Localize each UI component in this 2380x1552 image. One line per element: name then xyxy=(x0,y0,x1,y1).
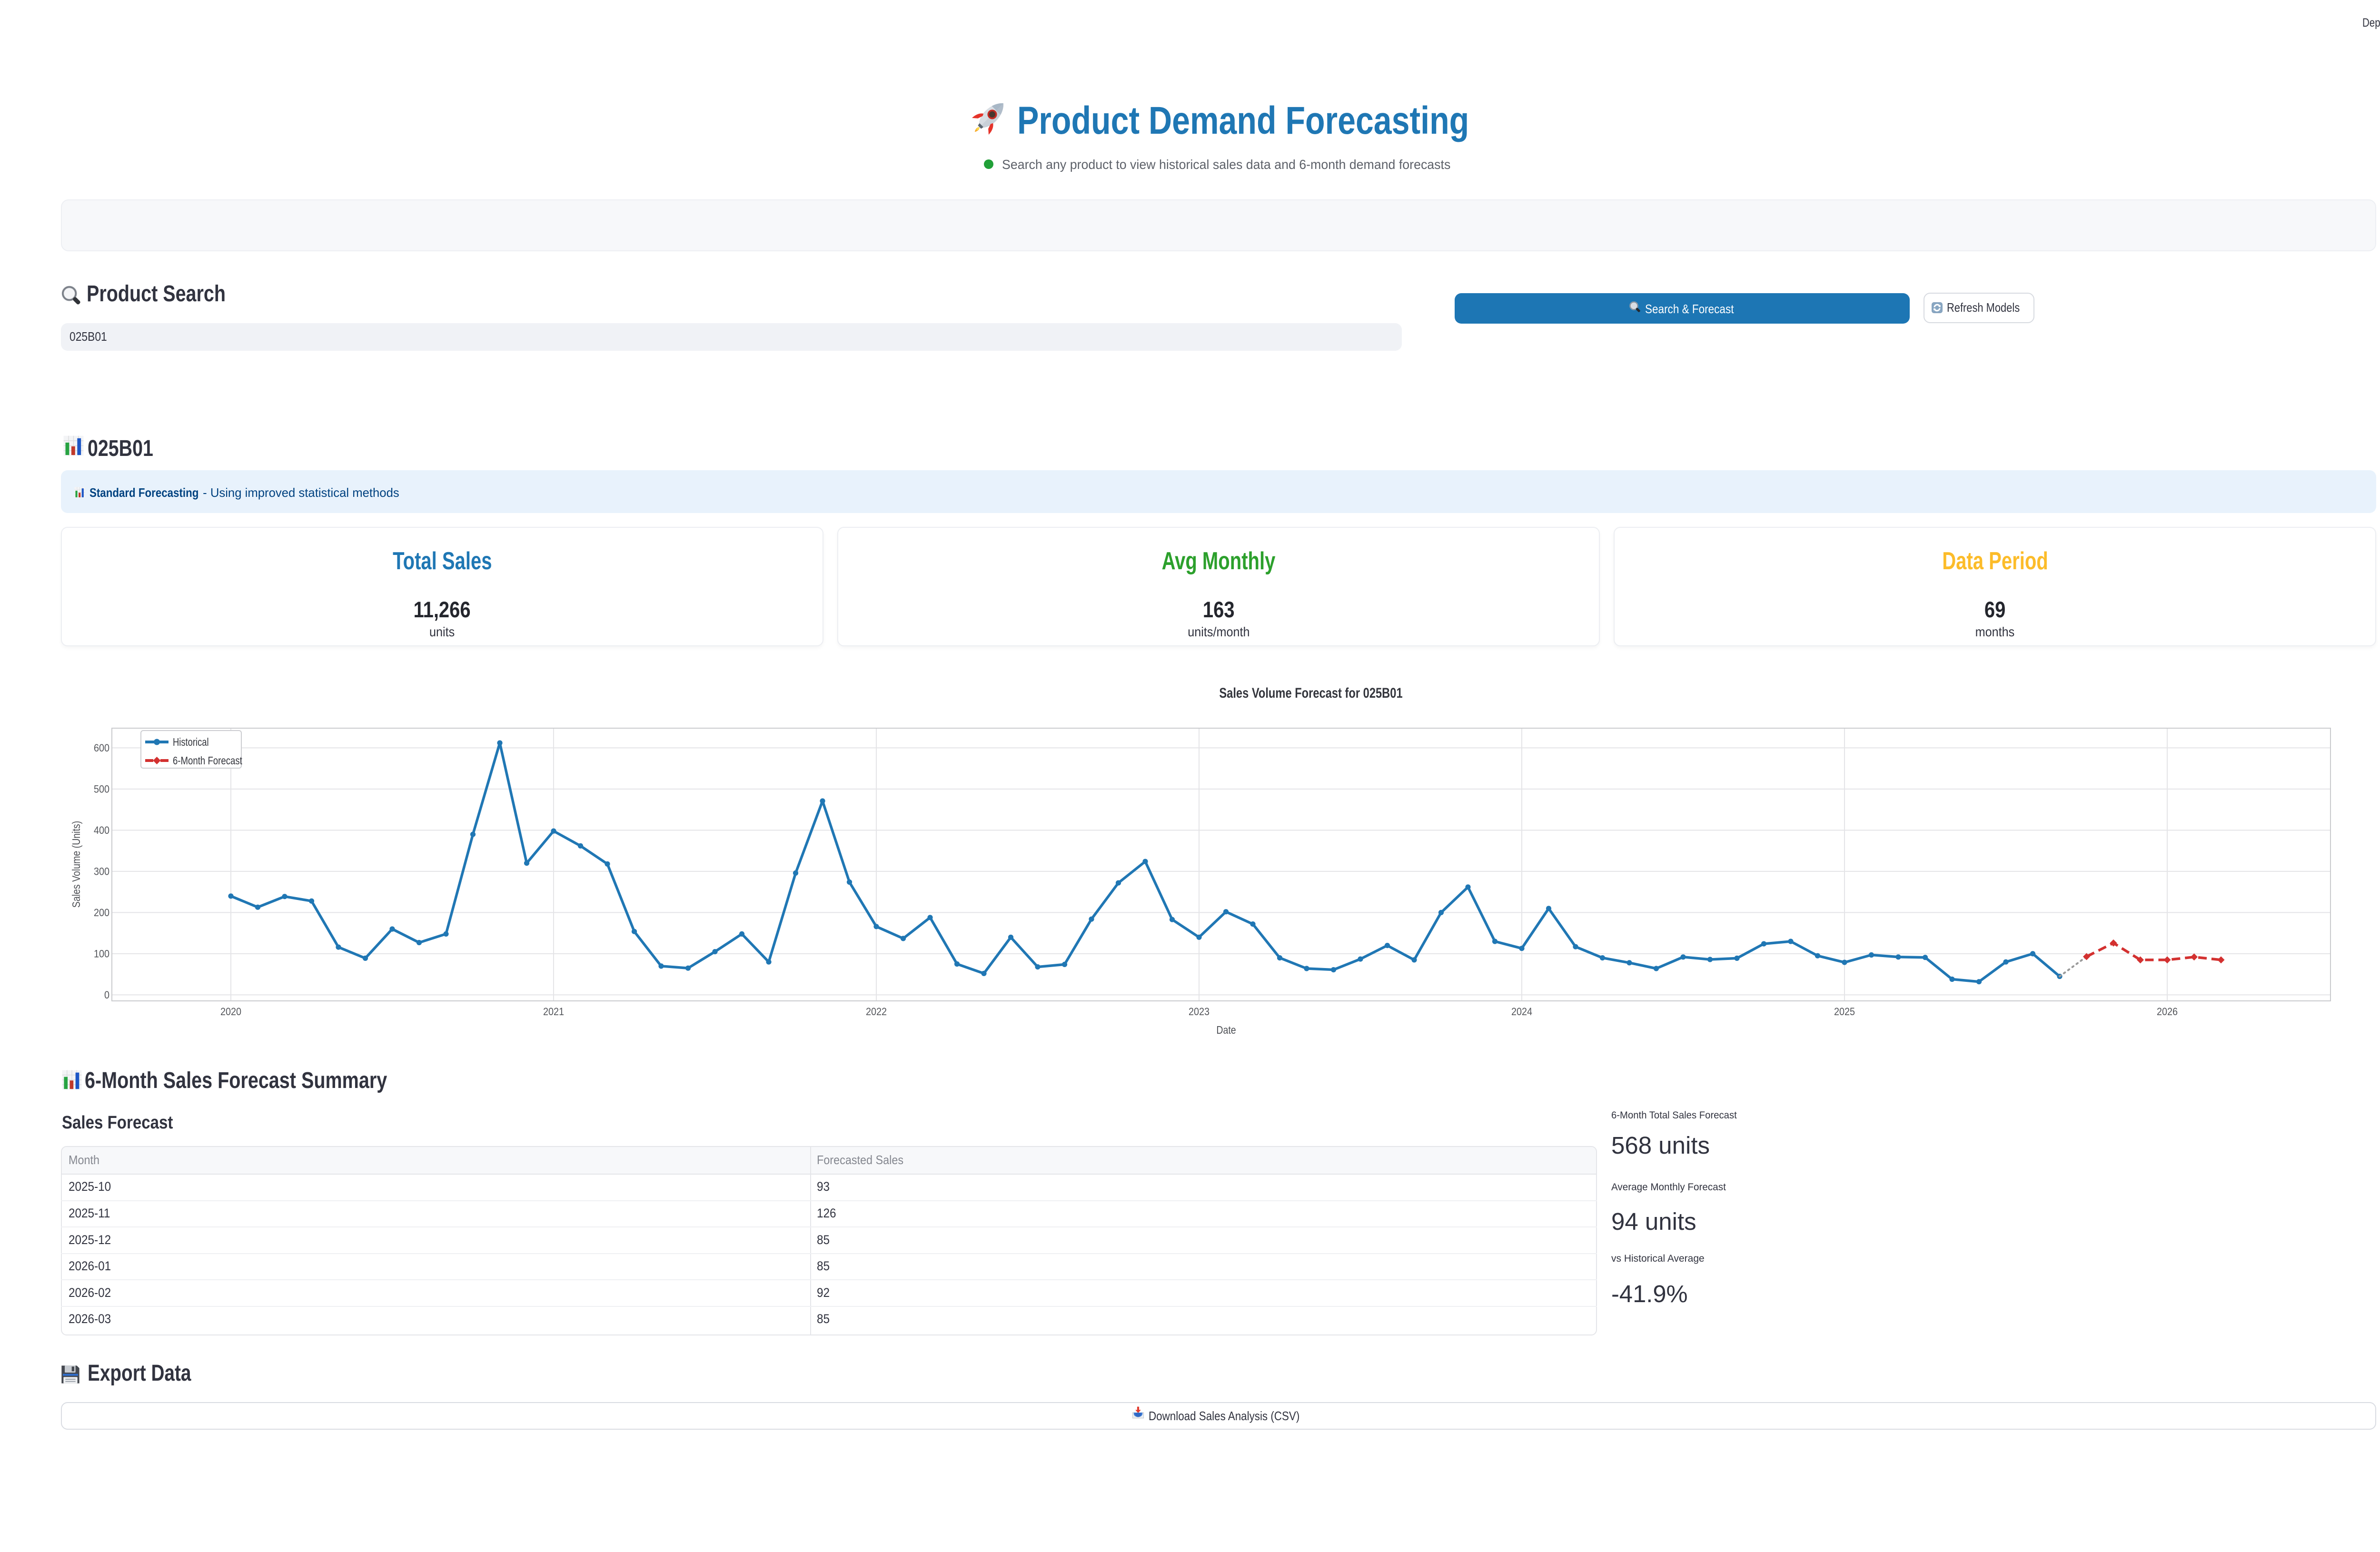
svg-text:6-Month Forecast: 6-Month Forecast xyxy=(173,755,242,767)
svg-text:2024: 2024 xyxy=(1511,1006,1532,1018)
svg-text:2021: 2021 xyxy=(543,1006,564,1018)
svg-text:0: 0 xyxy=(104,989,109,1001)
svg-text:Date: Date xyxy=(1216,1024,1236,1037)
svg-text:2023: 2023 xyxy=(1189,1006,1210,1018)
svg-text:400: 400 xyxy=(94,825,109,836)
svg-text:300: 300 xyxy=(94,866,109,877)
svg-text:2026: 2026 xyxy=(2157,1006,2178,1018)
svg-text:2020: 2020 xyxy=(220,1006,241,1018)
svg-text:Sales Volume Forecast for 025B: Sales Volume Forecast for 025B01 xyxy=(1219,685,1402,701)
svg-text:200: 200 xyxy=(94,907,109,919)
svg-text:600: 600 xyxy=(94,742,109,754)
svg-text:2025: 2025 xyxy=(1834,1006,1855,1018)
svg-text:500: 500 xyxy=(94,783,109,795)
svg-text:2022: 2022 xyxy=(866,1006,887,1018)
svg-text:Sales Volume (Units): Sales Volume (Units) xyxy=(70,821,83,908)
svg-text:Historical: Historical xyxy=(173,736,209,748)
svg-text:100: 100 xyxy=(94,948,109,959)
